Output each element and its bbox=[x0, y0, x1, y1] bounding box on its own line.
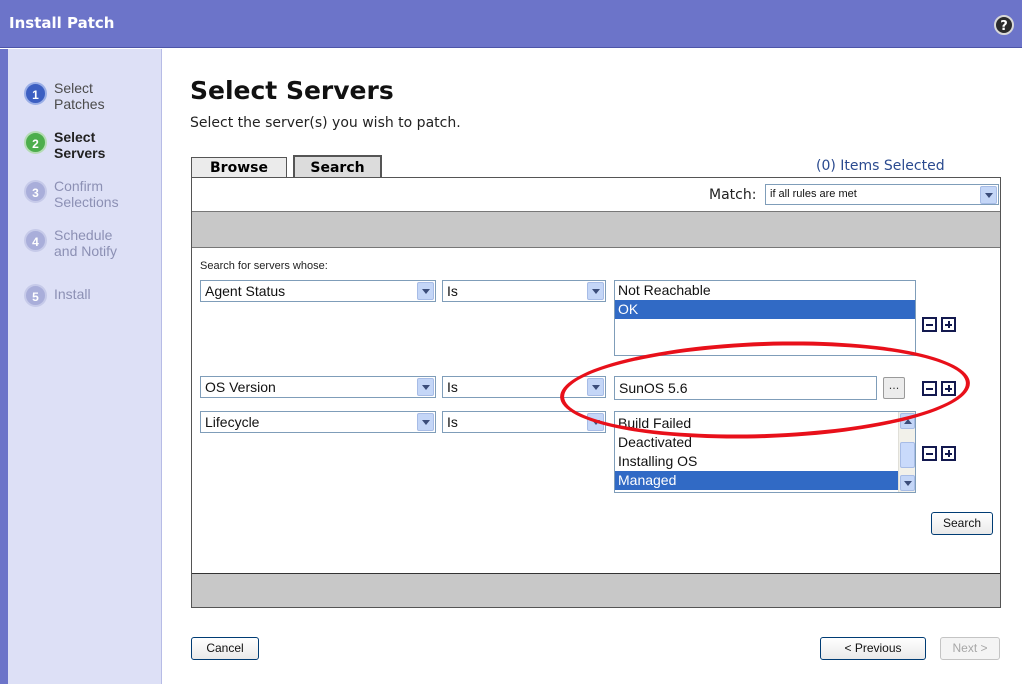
rule-2-attribute-select[interactable]: OS Version bbox=[200, 376, 436, 398]
rule-operator-value: Is bbox=[447, 414, 458, 430]
step-number-icon: 5 bbox=[24, 284, 47, 307]
match-select-value: if all rules are met bbox=[770, 188, 857, 200]
page-title: Select Servers bbox=[190, 76, 394, 105]
remove-rule-1-icon[interactable] bbox=[922, 317, 937, 332]
scroll-down-icon[interactable] bbox=[900, 475, 915, 491]
chevron-down-icon[interactable] bbox=[417, 282, 434, 300]
list-option[interactable]: Build Failed bbox=[615, 414, 915, 433]
tab-browse[interactable]: Browse bbox=[191, 157, 287, 177]
rule-2-value-input[interactable]: SunOS 5.6 bbox=[614, 376, 877, 400]
rule-3-value-listbox[interactable]: Build Failed Deactivated Installing OS M… bbox=[614, 411, 916, 493]
step-number-icon: 4 bbox=[24, 229, 47, 252]
step-number-icon: 3 bbox=[24, 180, 47, 203]
step-label: Servers bbox=[54, 145, 106, 161]
window-title-bar: Install Patch ? bbox=[0, 0, 1022, 48]
page-subtitle: Select the server(s) you wish to patch. bbox=[190, 115, 461, 131]
chevron-down-icon[interactable] bbox=[587, 378, 604, 396]
tab-search[interactable]: Search bbox=[293, 155, 382, 177]
list-option[interactable]: Deactivated bbox=[615, 433, 915, 452]
step-label: Patches bbox=[54, 96, 105, 112]
rule-operator-value: Is bbox=[447, 283, 458, 299]
step-label: Confirm bbox=[54, 178, 104, 194]
rule-attribute-value: Lifecycle bbox=[205, 414, 260, 430]
search-button[interactable]: Search bbox=[931, 512, 993, 535]
rule-operator-value: Is bbox=[447, 379, 458, 395]
search-prompt: Search for servers whose: bbox=[200, 260, 328, 272]
rule-2-operator-select[interactable]: Is bbox=[442, 376, 606, 398]
chevron-down-icon[interactable] bbox=[587, 413, 604, 431]
search-panel: Match: if all rules are met Search for s… bbox=[191, 177, 1001, 608]
rule-3-attribute-select[interactable]: Lifecycle bbox=[200, 411, 436, 433]
add-rule-after-3-icon[interactable] bbox=[941, 446, 956, 461]
step-label: Select bbox=[54, 80, 93, 96]
step-label: Selections bbox=[54, 194, 119, 210]
list-option[interactable]: Not Reachable bbox=[615, 281, 915, 300]
add-rule-after-1-icon[interactable] bbox=[941, 317, 956, 332]
panel-footer-bar bbox=[192, 573, 1000, 607]
rule-1-attribute-select[interactable]: Agent Status bbox=[200, 280, 436, 302]
step-number-icon: 2 bbox=[24, 131, 47, 154]
wizard-steps-sidebar: 1 Select Patches 2 Select Servers 3 Conf… bbox=[0, 49, 162, 684]
remove-rule-2-icon[interactable] bbox=[922, 381, 937, 396]
match-select[interactable]: if all rules are met bbox=[765, 184, 999, 205]
panel-toolbar bbox=[192, 212, 1000, 248]
window-title: Install Patch bbox=[9, 14, 115, 32]
listbox-scrollbar[interactable] bbox=[898, 412, 915, 492]
match-label: Match: bbox=[709, 187, 757, 203]
rule-3-operator-select[interactable]: Is bbox=[442, 411, 606, 433]
chevron-down-icon[interactable] bbox=[587, 282, 604, 300]
step-label: and Notify bbox=[54, 243, 118, 259]
list-option-selected[interactable]: OK bbox=[615, 300, 915, 319]
rule-attribute-value: OS Version bbox=[205, 379, 276, 395]
cancel-button[interactable]: Cancel bbox=[191, 637, 259, 660]
list-option-selected[interactable]: Managed bbox=[615, 471, 898, 490]
add-rule-after-2-icon[interactable] bbox=[941, 381, 956, 396]
rule-1-operator-select[interactable]: Is bbox=[442, 280, 606, 302]
previous-button[interactable]: < Previous bbox=[820, 637, 926, 660]
step-label: Schedule bbox=[54, 227, 113, 243]
scroll-up-icon[interactable] bbox=[900, 413, 915, 429]
step-number-icon: 1 bbox=[24, 82, 47, 105]
help-icon[interactable]: ? bbox=[994, 15, 1014, 35]
items-selected-count[interactable]: (0) Items Selected bbox=[816, 158, 945, 174]
next-button[interactable]: Next > bbox=[940, 637, 1000, 660]
rule-2-browse-button[interactable]: ... bbox=[883, 377, 905, 399]
list-option[interactable]: Installing OS bbox=[615, 452, 915, 471]
chevron-down-icon[interactable] bbox=[980, 186, 997, 204]
rule-attribute-value: Agent Status bbox=[205, 283, 286, 299]
chevron-down-icon[interactable] bbox=[417, 413, 434, 431]
chevron-down-icon[interactable] bbox=[417, 378, 434, 396]
step-label: Select bbox=[54, 129, 96, 145]
step-label: Install bbox=[54, 286, 91, 302]
rule-1-value-listbox[interactable]: Not Reachable OK bbox=[614, 280, 916, 356]
scroll-thumb[interactable] bbox=[900, 442, 915, 468]
remove-rule-3-icon[interactable] bbox=[922, 446, 937, 461]
match-row: Match: if all rules are met bbox=[192, 178, 1000, 212]
